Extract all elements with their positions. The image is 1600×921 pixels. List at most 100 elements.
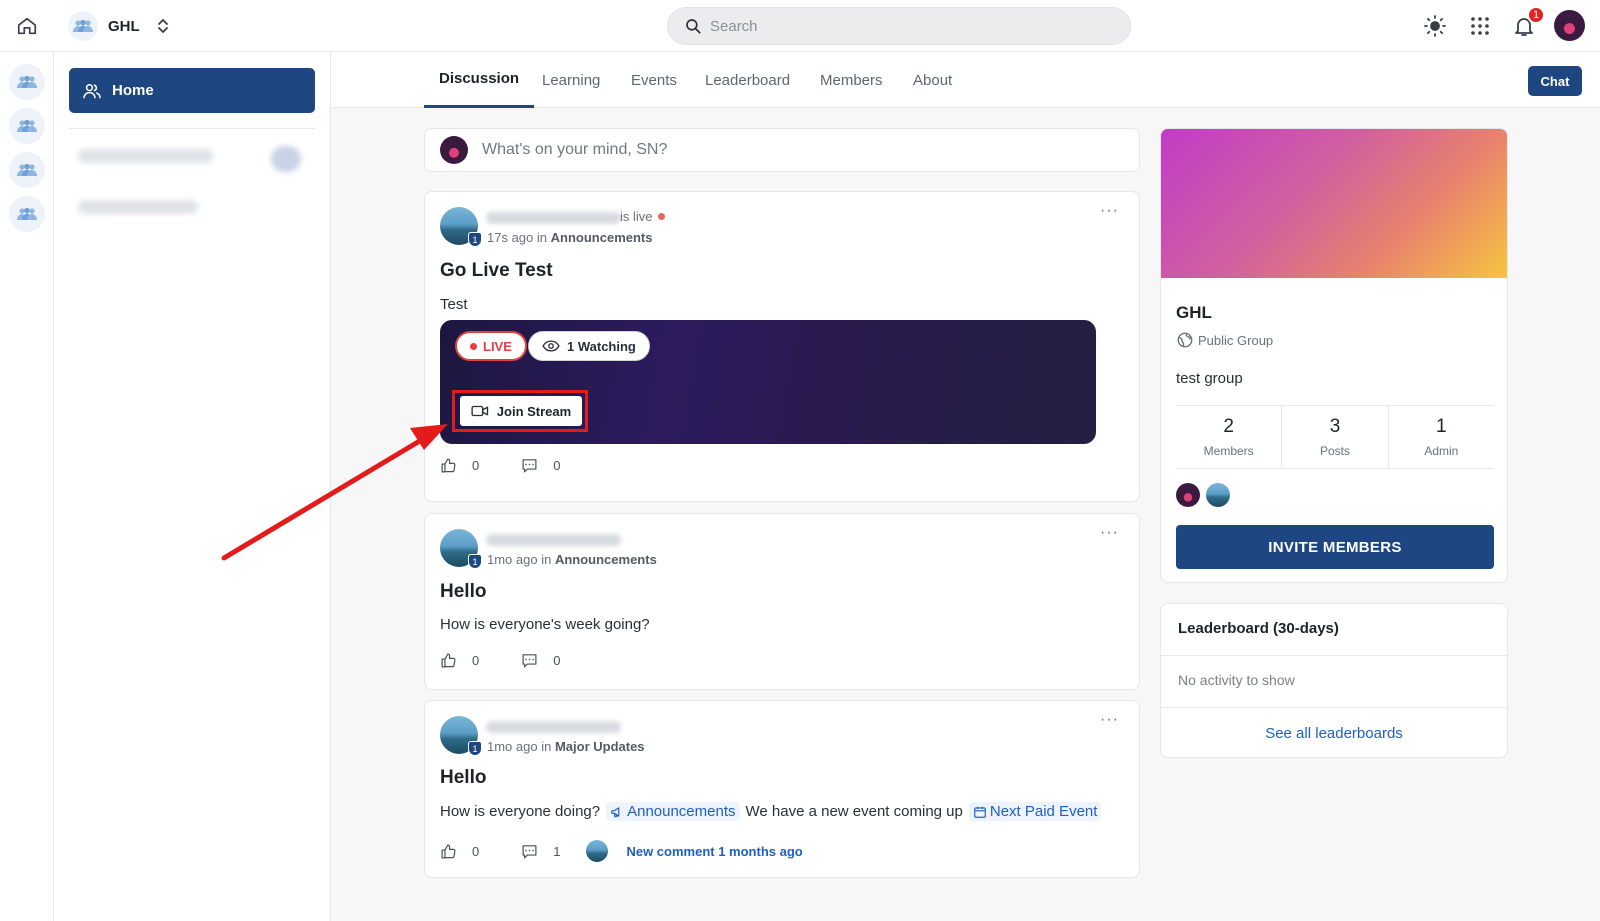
post-channel-link[interactable]: Announcements: [555, 552, 657, 567]
post-body: How is everyone doing? Announcements We …: [440, 802, 1102, 821]
stat-admin[interactable]: 1 Admin: [1387, 406, 1494, 468]
post-title[interactable]: Hello: [440, 767, 486, 789]
user-avatar[interactable]: [1554, 10, 1585, 41]
post-actions: 0 0: [440, 652, 560, 669]
post-actions: 0 0: [440, 457, 560, 474]
live-stream-player[interactable]: LIVE 1 Watching Join Stream: [440, 320, 1096, 444]
comment-action[interactable]: 0: [521, 652, 560, 669]
group-title: GHL: [1176, 303, 1212, 322]
stat-members[interactable]: 2 Members: [1176, 406, 1281, 468]
group-cover-image: [1161, 129, 1507, 278]
more-options-icon[interactable]: ···: [1100, 711, 1119, 729]
avatar[interactable]: 1: [440, 716, 482, 756]
thumbs-up-icon: [440, 843, 457, 860]
post-meta: 1mo ago in Announcements: [487, 552, 657, 567]
group-name: GHL: [108, 17, 140, 35]
comment-icon: [521, 843, 538, 860]
globe-icon: [1176, 331, 1194, 349]
author-name-blurred[interactable]: [486, 212, 621, 224]
new-comment-link[interactable]: New comment 1 months ago: [626, 844, 802, 859]
home-icon[interactable]: [16, 15, 38, 37]
live-dot-icon: [470, 342, 477, 350]
divider: [1161, 707, 1507, 708]
thumbs-up-icon: [440, 457, 457, 474]
divider: [69, 128, 315, 129]
tab-about[interactable]: About: [913, 52, 952, 108]
like-action[interactable]: 0: [440, 652, 479, 669]
live-badge: LIVE: [455, 331, 527, 361]
group-info-card: GHL Public Group test group 2 Members 3 …: [1160, 128, 1508, 583]
avatar: [440, 136, 468, 164]
post-card: 1 1mo ago in Major Updates ··· Hello How…: [424, 700, 1140, 878]
comment-action[interactable]: 0: [521, 457, 560, 474]
see-all-leaderboards-link[interactable]: See all leaderboards: [1161, 725, 1507, 742]
sidebar-count-blurred: [271, 146, 301, 172]
like-action[interactable]: 0: [440, 843, 479, 860]
post-title[interactable]: Hello: [440, 581, 486, 603]
more-options-icon[interactable]: ···: [1100, 524, 1119, 542]
video-camera-icon: [471, 404, 489, 418]
more-options-icon[interactable]: ···: [1100, 202, 1119, 220]
composer-input[interactable]: [482, 141, 1082, 159]
group-rail: [0, 52, 54, 921]
group-rail-item-icon[interactable]: [9, 64, 45, 100]
sidebar-item-home[interactable]: Home: [69, 68, 315, 113]
group-privacy: Public Group: [1176, 331, 1273, 349]
post-card: 1 1mo ago in Announcements ··· Hello How…: [424, 513, 1140, 690]
group-rail-item-icon[interactable]: [9, 152, 45, 188]
post-meta: 17s ago in Announcements: [487, 230, 653, 245]
avatar[interactable]: 1: [440, 207, 482, 247]
tab-events[interactable]: Events: [631, 52, 677, 108]
join-stream-button[interactable]: Join Stream: [460, 396, 582, 426]
users-icon: [82, 81, 102, 101]
eye-icon: [542, 339, 560, 353]
author-name-blurred[interactable]: [486, 721, 621, 733]
avatar: [586, 840, 609, 862]
top-bar: GHL 1: [0, 0, 1600, 52]
megaphone-icon: [610, 805, 624, 819]
theme-sun-icon[interactable]: [1423, 14, 1447, 38]
search-bar[interactable]: [667, 7, 1131, 45]
sidebar-item-label: Home: [112, 82, 154, 99]
sidebar-item-blurred[interactable]: [78, 149, 213, 163]
group-rail-item-icon[interactable]: [9, 108, 45, 144]
watching-count: 1 Watching: [528, 331, 650, 361]
level-badge: 1: [468, 232, 482, 247]
live-dot-icon: [657, 213, 665, 220]
tab-leaderboard[interactable]: Leaderboard: [705, 52, 790, 108]
comment-action[interactable]: 1: [521, 843, 560, 860]
tab-members[interactable]: Members: [820, 52, 883, 108]
like-action[interactable]: 0: [440, 457, 479, 474]
author-name-blurred[interactable]: [486, 534, 621, 546]
mention-event-link[interactable]: Next Paid Event: [968, 802, 1102, 821]
comment-icon: [521, 457, 538, 474]
avatar[interactable]: 1: [440, 529, 482, 569]
invite-members-button[interactable]: INVITE MEMBERS: [1176, 525, 1494, 569]
post-actions: 0 1 New comment 1 months ago: [440, 840, 803, 862]
member-avatar[interactable]: [1206, 483, 1230, 507]
tab-learning[interactable]: Learning: [542, 52, 600, 108]
post-body: How is everyone's week going?: [440, 616, 650, 633]
group-logo-icon: [68, 11, 98, 41]
group-rail-item-icon[interactable]: [9, 196, 45, 232]
tab-discussion[interactable]: Discussion: [424, 52, 535, 108]
stat-posts[interactable]: 3 Posts: [1281, 406, 1387, 468]
post-composer[interactable]: [424, 128, 1140, 172]
group-switcher[interactable]: GHL: [68, 11, 170, 41]
member-avatar[interactable]: [1176, 483, 1200, 507]
post-title[interactable]: Go Live Test: [440, 260, 553, 282]
live-status: is live: [620, 209, 665, 224]
side-nav: Home: [54, 52, 331, 921]
post-channel-link[interactable]: Major Updates: [555, 739, 645, 754]
group-description: test group: [1176, 370, 1243, 387]
post-channel-link[interactable]: Announcements: [551, 230, 653, 245]
post-meta: 1mo ago in Major Updates: [487, 739, 645, 754]
leaderboard-card: Leaderboard (30-days) No activity to sho…: [1160, 603, 1508, 758]
search-input[interactable]: [710, 17, 1090, 35]
group-tabs: Discussion Learning Events Leaderboard M…: [331, 52, 1600, 108]
post-card: 1 is live 17s ago in Announcements ··· G…: [424, 191, 1140, 502]
mention-channel-link[interactable]: Announcements: [606, 802, 740, 821]
chat-button[interactable]: Chat: [1528, 66, 1582, 96]
apps-grid-icon[interactable]: [1468, 14, 1492, 38]
sidebar-item-blurred[interactable]: [78, 200, 198, 214]
